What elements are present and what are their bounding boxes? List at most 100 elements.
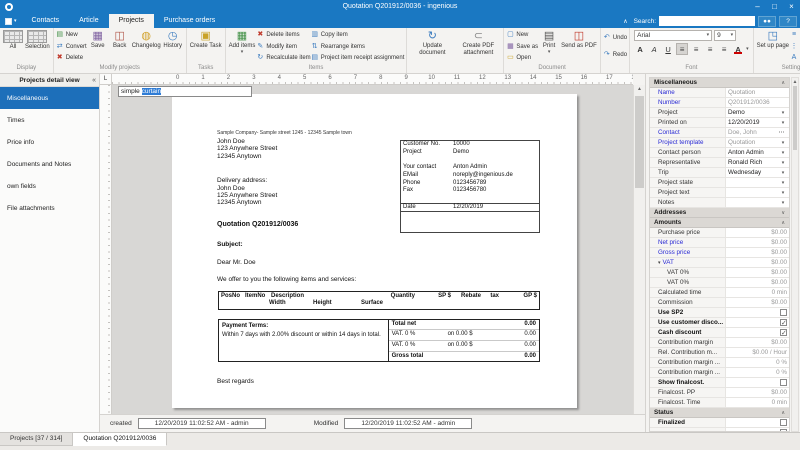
ribbon-button[interactable]: ▤ Print ▾ [538,29,560,56]
font-color-button[interactable]: A [732,43,744,55]
property-row[interactable]: Representative Ronald Rich ▾ [650,158,789,168]
search-input[interactable] [659,16,755,26]
section-header[interactable]: Amounts∧ [650,218,789,228]
property-row[interactable]: Gross price $0.00 [650,248,789,258]
property-row[interactable]: Printed on 12/20/2019 ▾ [650,118,789,128]
minimize-button[interactable]: – [749,0,766,14]
tab-stop-selector[interactable]: L [100,74,112,85]
add-items-button[interactable]: ▦ Add items ▾ [228,29,257,56]
ribbon-button[interactable]: ▦ Save [87,29,109,51]
underline-button[interactable]: U [662,43,674,55]
ribbon-button[interactable]: ↻ Update document [409,29,455,57]
align-justify-button[interactable]: ≡ [718,43,730,55]
property-row[interactable]: Contact Doe, John ⋯ [650,128,789,138]
property-row[interactable]: Calculated time 0 min [650,288,789,298]
binoculars-search-icon[interactable]: ●● [758,16,776,27]
ribbon-button[interactable]: ↷ Redo [603,50,627,60]
property-row[interactable]: Project state ▾ [650,178,789,188]
font-family-select[interactable]: Arial▾ [634,30,712,41]
italic-button[interactable]: A [648,43,660,55]
property-row[interactable]: Contribution margin ... 0 % [650,368,789,378]
dropdown-arrow-icon[interactable]: ▾ [779,140,787,146]
scrollbar-thumb[interactable] [793,86,797,150]
close-button[interactable]: × [783,0,800,14]
property-row[interactable]: Cash discount [650,328,789,338]
ribbon-button[interactable]: All [2,29,24,52]
property-row[interactable]: Name Quotation [650,88,789,98]
ribbon-button[interactable]: ▢ New [506,30,538,40]
ribbon-button[interactable]: A Styles [790,53,800,63]
dropdown-arrow-icon[interactable]: ▾ [779,170,787,176]
checkbox[interactable] [780,419,787,426]
property-row[interactable]: Contribution margin ... 0 % [650,358,789,368]
ribbon-button[interactable]: ◫ Send as PDF [560,29,598,56]
ribbon-button[interactable]: ≡ Paragraph [790,30,800,40]
dropdown-arrow-icon[interactable]: ▾ [779,190,787,196]
ribbon-button[interactable]: ▣ Create Task [189,29,223,51]
property-row[interactable]: VAT 0% $0.00 [650,268,789,278]
dropdown-arrow-icon[interactable]: ▾ [779,150,787,156]
ribbon-button[interactable]: ◷ History [162,29,184,51]
ribbon-button[interactable]: ◍ Changelog [131,29,162,51]
property-row[interactable]: Rel. Contribution m... $0.00 / Hour [650,348,789,358]
property-row[interactable]: Use SP2 [650,308,789,318]
project-name-input[interactable]: simple curtain [118,86,252,97]
expander-icon[interactable]: ▾ [658,260,661,266]
ribbon-button[interactable]: ✖ Delete [56,53,87,63]
scroll-up-icon[interactable]: ▲ [634,85,645,94]
ribbon-tab[interactable]: Projects [109,14,154,28]
vertical-ruler[interactable] [100,85,112,414]
sidebar-item[interactable]: Price info [0,131,99,153]
align-right-button[interactable]: ≡ [704,43,716,55]
property-row[interactable]: Commission $0.00 [650,298,789,308]
scrollbar-thumb[interactable] [635,96,644,188]
property-row[interactable]: Show finalcost. [650,378,789,388]
ribbon-button[interactable]: ✖ Delete items [256,30,310,40]
property-row[interactable]: Finalized [650,418,789,428]
ribbon-button[interactable]: ✎ Modify item [256,42,310,52]
align-center-button[interactable]: ≡ [690,43,702,55]
align-left-button[interactable]: ≡ [676,43,688,55]
ribbon-button[interactable]: Selection [24,29,51,52]
checkbox[interactable] [780,379,787,386]
set-up-page-button[interactable]: ◳ Set up page [756,29,790,51]
dropdown-arrow-icon[interactable]: ▾ [779,120,787,126]
document-tab[interactable]: Quotation Q201912/0036 [73,433,167,446]
help-button[interactable]: ? [779,16,797,27]
ribbon-button[interactable]: ↶ Undo [603,33,627,43]
sidebar-item[interactable]: Miscellaneous [0,87,99,109]
property-row[interactable]: Use customer disco... [650,318,789,328]
ribbon-button[interactable]: ◫ Back [109,29,131,51]
document-vertical-scrollbar[interactable]: ▲ [633,85,645,414]
section-header[interactable]: Miscellaneous∧ [650,78,789,88]
property-row[interactable]: Project template Quotation ▾ [650,138,789,148]
property-row[interactable]: Finalcost. PP $0.00 [650,388,789,398]
ribbon-tab[interactable]: Contacts [22,14,70,28]
dropdown-arrow-icon[interactable]: ▾ [779,200,787,206]
ellipsis-button[interactable]: ⋯ [777,129,787,136]
collapse-sidebar-icon[interactable]: « [92,77,96,84]
ribbon-button[interactable]: ▥ Copy item [311,30,405,40]
property-row[interactable]: Project text ▾ [650,188,789,198]
checkbox[interactable] [780,329,787,336]
app-menu-button[interactable]: ▾ [0,14,22,28]
ribbon-button[interactable]: ▭ Open [506,53,538,63]
section-header[interactable]: Status∧ [650,408,789,418]
property-row[interactable]: VAT 0% $0.00 [650,278,789,288]
bold-button[interactable]: A [634,43,646,55]
sidebar-item[interactable]: Documents and Notes [0,153,99,175]
ribbon-button[interactable]: ↻ Recalculate item [256,53,310,63]
font-size-select[interactable]: 9▾ [714,30,736,41]
ribbon-button[interactable]: ⇅ Rearrange items [311,42,405,52]
property-row[interactable]: Purchase price $0.00 [650,228,789,238]
property-row[interactable]: Trip Wednesday ▾ [650,168,789,178]
ribbon-tab[interactable]: Purchase orders [154,14,225,28]
ribbon-button[interactable]: ▦ Save as [506,42,538,52]
property-row[interactable]: Project Demo ▾ [650,108,789,118]
dropdown-arrow-icon[interactable]: ▾ [779,180,787,186]
ribbon-button[interactable]: ⇄ Convert [56,42,87,52]
property-row[interactable]: ▾ VAT $0.00 [650,258,789,268]
property-row[interactable]: Contribution margin $0.00 [650,338,789,348]
property-row[interactable]: Contact person Anton Admin ▾ [650,148,789,158]
property-row[interactable]: Notes ▾ [650,198,789,208]
